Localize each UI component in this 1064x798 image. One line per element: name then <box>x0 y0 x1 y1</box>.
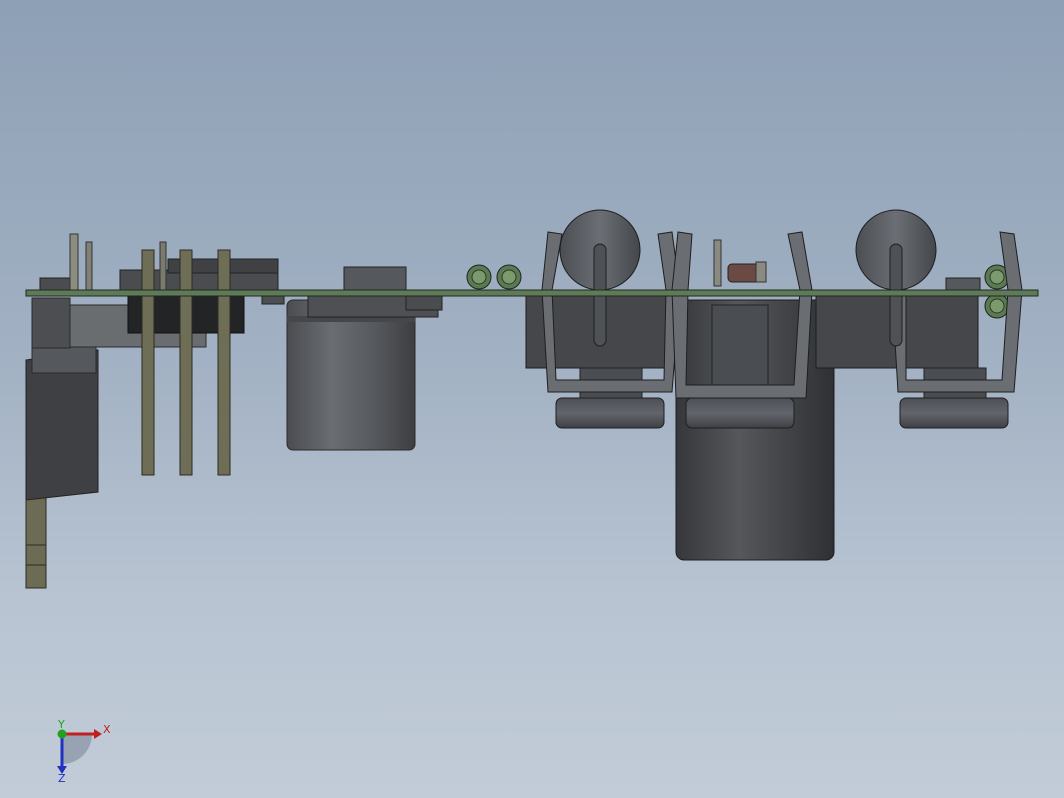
x-axis-arrow <box>94 729 102 739</box>
triad-quarter-disc <box>62 734 92 764</box>
cad-viewport[interactable] <box>0 0 1064 798</box>
x-axis-label: X <box>103 723 111 736</box>
z-axis-label: Z <box>58 772 66 782</box>
left-ic-block <box>69 233 279 476</box>
pcb-edge-component <box>405 295 443 311</box>
capacitor-large <box>675 299 835 561</box>
coordinate-triad: X Y Z <box>57 718 111 782</box>
fuse-holder-left <box>525 209 681 429</box>
inductor-rings-left <box>466 264 522 290</box>
pcb-board <box>25 289 1039 297</box>
y-axis-label: Y <box>57 718 65 731</box>
fuse-holder-right <box>815 209 1023 429</box>
